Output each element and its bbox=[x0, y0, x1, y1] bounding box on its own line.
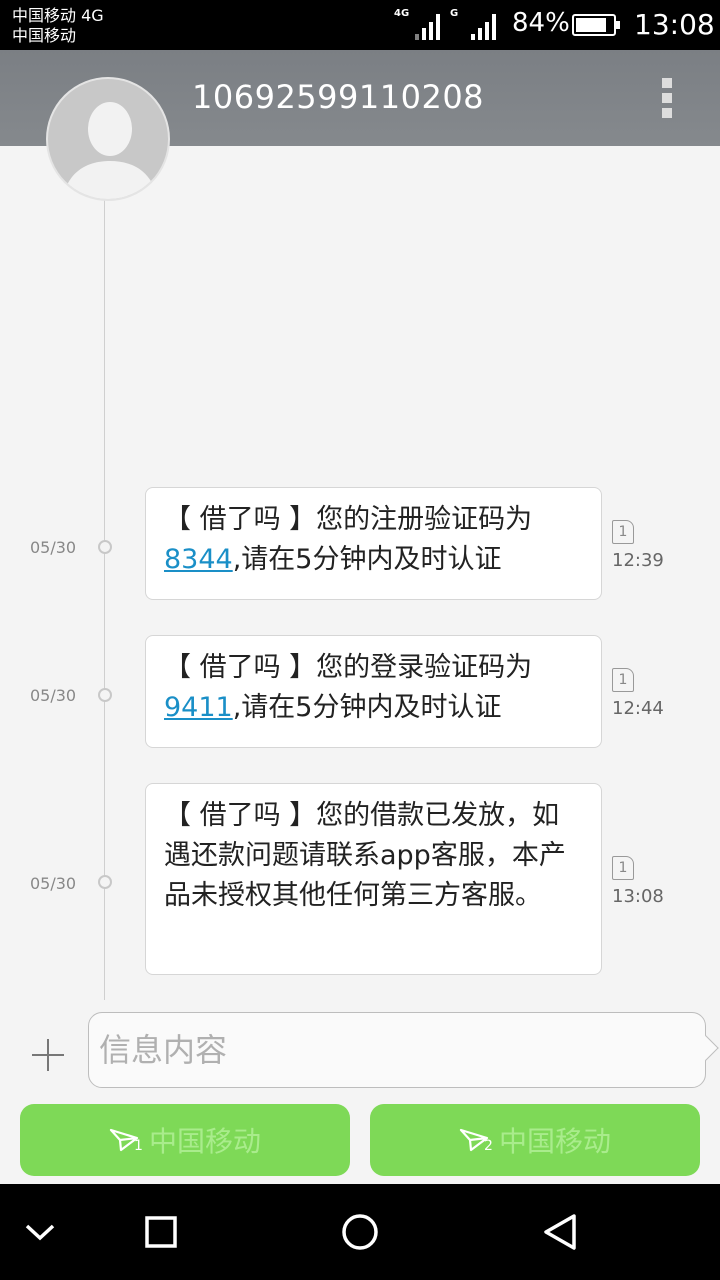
sim2-signal-icon: G bbox=[450, 8, 496, 40]
verification-code-link[interactable]: 8344 bbox=[164, 544, 233, 575]
carrier-line-2: 中国移动 bbox=[12, 26, 77, 45]
sim2-network-label: G bbox=[450, 8, 459, 19]
recents-icon[interactable] bbox=[131, 1204, 191, 1260]
person-silhouette-icon bbox=[62, 102, 158, 199]
contact-number: 10692599110208 bbox=[192, 78, 485, 116]
sim-card-icon: 1 bbox=[612, 668, 634, 692]
timeline-dot bbox=[98, 688, 112, 702]
home-icon[interactable] bbox=[330, 1204, 390, 1260]
send-sim-number: 2 bbox=[483, 1138, 493, 1154]
message-input[interactable] bbox=[99, 1023, 689, 1077]
send-sim2-button[interactable]: 2 中国移动 bbox=[370, 1104, 700, 1176]
message-text: 【 借了吗 】您的登录验证码为 bbox=[164, 652, 533, 683]
status-clock: 13:08 bbox=[634, 8, 715, 41]
carrier-line-1: 中国移动 4G bbox=[12, 6, 104, 25]
navigation-bar bbox=[0, 1184, 720, 1280]
carrier-info: 中国移动 4G 中国移动 bbox=[12, 6, 104, 46]
timeline-dot bbox=[98, 875, 112, 889]
sim1-network-label: 4G bbox=[394, 8, 410, 19]
message-text-suffix: ,请在5分钟内及时认证 bbox=[232, 692, 502, 723]
sim-card-icon: 1 bbox=[612, 856, 634, 880]
sim1-signal-icon: 4G bbox=[394, 8, 440, 40]
hide-keyboard-icon[interactable] bbox=[10, 1204, 70, 1260]
send-sim1-button[interactable]: 1 中国移动 bbox=[20, 1104, 350, 1176]
battery-percent: 84% bbox=[512, 8, 570, 38]
verification-code-link[interactable]: 9411 bbox=[164, 692, 233, 723]
send-carrier-label: 中国移动 bbox=[498, 1125, 611, 1158]
send-carrier-label: 中国移动 bbox=[148, 1125, 261, 1158]
message-date: 05/30 bbox=[30, 874, 77, 893]
more-vert-icon[interactable] bbox=[656, 76, 680, 120]
message-date: 05/30 bbox=[30, 686, 77, 705]
send-icon: 1 bbox=[109, 1126, 145, 1154]
message-text: 【 借了吗 】您的借款已发放，如遇还款问题请联系app客服，本产品未授权其他任何… bbox=[164, 800, 566, 911]
send-sim-number: 1 bbox=[133, 1138, 143, 1154]
message-bubble[interactable]: 【 借了吗 】您的登录验证码为 9411,请在5分钟内及时认证 bbox=[145, 635, 602, 748]
message-time: 12:39 bbox=[612, 550, 664, 571]
back-icon[interactable] bbox=[530, 1204, 590, 1260]
timeline-dot bbox=[98, 540, 112, 554]
message-text: 【 借了吗 】您的注册验证码为 bbox=[164, 504, 533, 535]
message-bubble[interactable]: 【 借了吗 】您的注册验证码为 8344,请在5分钟内及时认证 bbox=[145, 487, 602, 600]
message-date: 05/30 bbox=[30, 538, 77, 557]
sim-card-icon: 1 bbox=[612, 520, 634, 544]
compose-box[interactable] bbox=[88, 1012, 719, 1088]
message-bubble[interactable]: 【 借了吗 】您的借款已发放，如遇还款问题请联系app客服，本产品未授权其他任何… bbox=[145, 783, 602, 975]
send-icon: 2 bbox=[459, 1126, 495, 1154]
battery-icon bbox=[572, 14, 620, 36]
message-text-suffix: ,请在5分钟内及时认证 bbox=[232, 544, 502, 575]
compose-arrow bbox=[693, 1035, 719, 1061]
message-time: 12:44 bbox=[612, 698, 664, 719]
status-bar: 中国移动 4G 中国移动 4G G 84% 13:08 bbox=[0, 0, 720, 50]
contact-avatar[interactable] bbox=[46, 77, 170, 201]
message-time: 13:08 bbox=[612, 886, 664, 907]
add-attachment-icon[interactable] bbox=[28, 1035, 68, 1075]
